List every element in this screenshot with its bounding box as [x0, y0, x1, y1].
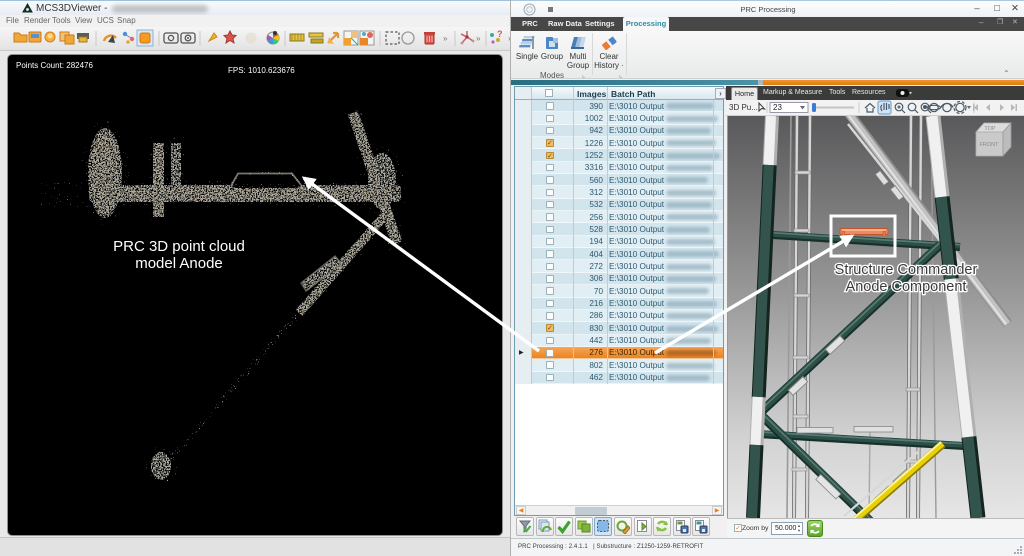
svg-text:»: » [443, 34, 448, 43]
svg-text:Structure Commander: Structure Commander [835, 262, 978, 278]
svg-text:?: ? [497, 29, 503, 39]
svg-text:»: » [476, 34, 481, 43]
svg-text:TOP: TOP [984, 126, 996, 132]
svg-text:3D Pu...: 3D Pu... [729, 103, 758, 112]
svg-text:Anode Component: Anode Component [846, 279, 967, 295]
svg-text:23: 23 [773, 103, 782, 112]
svg-text:FRONT: FRONT [980, 142, 1000, 148]
